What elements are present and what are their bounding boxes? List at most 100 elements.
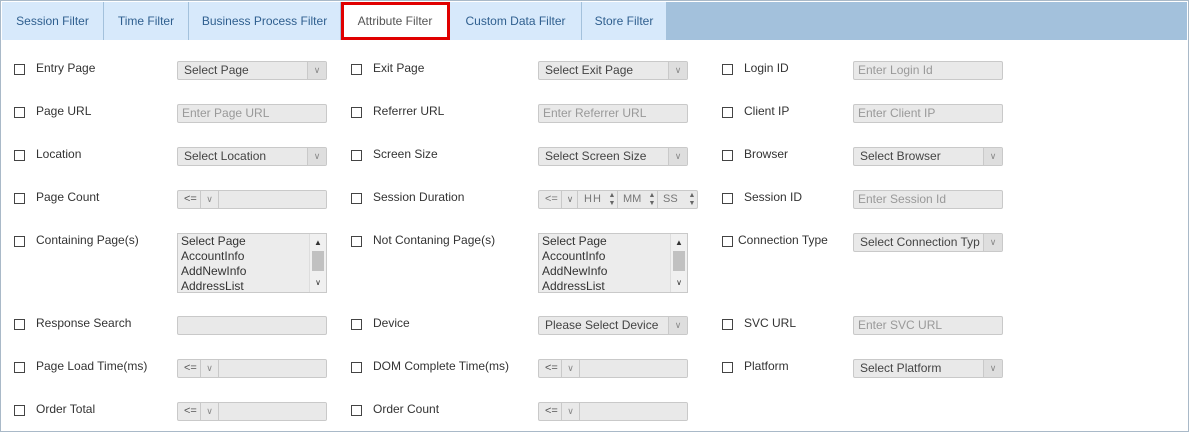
page-url-checkbox[interactable] bbox=[14, 107, 25, 118]
containing-pages-listbox[interactable]: Select Page AccountInfo AddNewInfo Addre… bbox=[177, 233, 327, 293]
dom-complete-time-value-input[interactable] bbox=[580, 360, 687, 377]
entry-page-checkbox[interactable] bbox=[14, 64, 25, 75]
chevron-down-icon: ∨ bbox=[983, 234, 1002, 251]
tab-time-filter[interactable]: Time Filter bbox=[104, 2, 189, 40]
spinner-up-icon[interactable]: ▲ bbox=[607, 192, 617, 200]
connection-type-select[interactable]: Select Connection Typ ∨ bbox=[853, 233, 1003, 252]
page-load-time-value-input[interactable] bbox=[219, 360, 326, 377]
page-count-value-input[interactable] bbox=[219, 191, 326, 208]
chevron-down-icon: ∨ bbox=[561, 403, 579, 420]
referrer-url-checkbox[interactable] bbox=[351, 107, 362, 118]
browser-checkbox[interactable] bbox=[722, 150, 733, 161]
browser-select[interactable]: Select Browser ∨ bbox=[853, 147, 1003, 166]
order-total-value-input[interactable] bbox=[219, 403, 326, 420]
hours-spinner[interactable]: HH ▲ ▼ bbox=[579, 191, 618, 208]
order-count-checkbox[interactable] bbox=[351, 405, 362, 416]
spinner-down-icon[interactable]: ▼ bbox=[607, 200, 617, 208]
client-ip-checkbox[interactable] bbox=[722, 107, 733, 118]
order-count-operator-select[interactable]: <= ∨ bbox=[539, 403, 580, 420]
scrollbar[interactable]: ▲ ∨ bbox=[670, 234, 687, 292]
scrollbar[interactable]: ▲ ∨ bbox=[309, 234, 326, 292]
tab-business-process-filter[interactable]: Business Process Filter bbox=[189, 2, 341, 40]
dom-complete-time-label: DOM Complete Time(ms) bbox=[373, 359, 510, 373]
spinner-down-icon[interactable]: ▼ bbox=[647, 200, 657, 208]
scroll-down-icon[interactable]: ∨ bbox=[671, 276, 687, 290]
chevron-down-icon: ∨ bbox=[561, 360, 579, 377]
screen-size-checkbox[interactable] bbox=[351, 150, 362, 161]
not-containing-pages-listbox[interactable]: Select Page AccountInfo AddNewInfo Addre… bbox=[538, 233, 688, 293]
not-containing-pages-checkbox[interactable] bbox=[351, 236, 362, 247]
location-select-value: Select Location bbox=[184, 149, 267, 163]
response-search-input[interactable] bbox=[177, 316, 327, 335]
list-item[interactable]: AccountInfo bbox=[539, 249, 687, 264]
login-id-input[interactable]: Enter Login Id bbox=[853, 61, 1003, 80]
dom-complete-time-operator-group: <= ∨ bbox=[538, 359, 688, 378]
page-count-operator-select[interactable]: <= ∨ bbox=[178, 191, 219, 208]
scroll-up-icon[interactable]: ▲ bbox=[310, 236, 326, 250]
location-select[interactable]: Select Location ∨ bbox=[177, 147, 327, 166]
page-load-time-checkbox[interactable] bbox=[14, 362, 25, 373]
scroll-thumb[interactable] bbox=[673, 251, 685, 271]
session-id-input[interactable]: Enter Session Id bbox=[853, 190, 1003, 209]
containing-pages-checkbox[interactable] bbox=[14, 236, 25, 247]
page-count-operator-group: <= ∨ bbox=[177, 190, 327, 209]
spinner-up-icon[interactable]: ▲ bbox=[647, 192, 657, 200]
platform-checkbox[interactable] bbox=[722, 362, 733, 373]
device-checkbox[interactable] bbox=[351, 319, 362, 330]
order-total-checkbox[interactable] bbox=[14, 405, 25, 416]
location-checkbox[interactable] bbox=[14, 150, 25, 161]
entry-page-select[interactable]: Select Page ∨ bbox=[177, 61, 327, 80]
session-duration-label: Session Duration bbox=[373, 190, 465, 204]
minutes-placeholder: MM bbox=[623, 193, 642, 205]
dom-complete-time-checkbox[interactable] bbox=[351, 362, 362, 373]
seconds-spinner[interactable]: SS ▲ ▼ bbox=[659, 191, 697, 208]
svc-url-input[interactable]: Enter SVC URL bbox=[853, 316, 1003, 335]
tab-session-filter[interactable]: Session Filter bbox=[2, 2, 104, 40]
chevron-down-icon: ∨ bbox=[668, 148, 687, 165]
login-id-checkbox[interactable] bbox=[722, 64, 733, 75]
exit-page-checkbox[interactable] bbox=[351, 64, 362, 75]
session-duration-group: <= ∨ HH ▲ ▼ MM ▲ ▼ SS ▲ ▼ bbox=[538, 190, 698, 209]
chevron-down-icon: ∨ bbox=[668, 317, 687, 334]
list-item[interactable]: AccountInfo bbox=[178, 249, 326, 264]
dom-complete-time-operator-select[interactable]: <= ∨ bbox=[539, 360, 580, 377]
order-count-label: Order Count bbox=[373, 402, 440, 416]
tab-attribute-filter[interactable]: Attribute Filter bbox=[341, 2, 450, 40]
list-item[interactable]: Select Page bbox=[539, 234, 687, 249]
chevron-down-icon: ∨ bbox=[200, 403, 218, 420]
list-item[interactable]: AddNewInfo bbox=[539, 264, 687, 279]
scroll-thumb[interactable] bbox=[312, 251, 324, 271]
session-id-checkbox[interactable] bbox=[722, 193, 733, 204]
page-load-time-operator-select[interactable]: <= ∨ bbox=[178, 360, 219, 377]
session-duration-checkbox[interactable] bbox=[351, 193, 362, 204]
session-duration-operator-select[interactable]: <= ∨ bbox=[539, 191, 578, 208]
client-ip-input[interactable]: Enter Client IP bbox=[853, 104, 1003, 123]
order-total-operator-select[interactable]: <= ∨ bbox=[178, 403, 219, 420]
exit-page-select[interactable]: Select Exit Page ∨ bbox=[538, 61, 688, 80]
list-item[interactable]: AddNewInfo bbox=[178, 264, 326, 279]
list-item[interactable]: Select Page bbox=[178, 234, 326, 249]
page-count-checkbox[interactable] bbox=[14, 193, 25, 204]
spinner-down-icon[interactable]: ▼ bbox=[687, 200, 697, 208]
screen-size-select[interactable]: Select Screen Size ∨ bbox=[538, 147, 688, 166]
list-item[interactable]: AddressList bbox=[539, 279, 687, 292]
order-count-value-input[interactable] bbox=[580, 403, 687, 420]
order-total-operator-group: <= ∨ bbox=[177, 402, 327, 421]
device-select[interactable]: Please Select Device ∨ bbox=[538, 316, 688, 335]
scroll-down-icon[interactable]: ∨ bbox=[310, 276, 326, 290]
platform-select[interactable]: Select Platform ∨ bbox=[853, 359, 1003, 378]
connection-type-checkbox[interactable] bbox=[722, 236, 733, 247]
response-search-checkbox[interactable] bbox=[14, 319, 25, 330]
tab-custom-data-filter[interactable]: Custom Data Filter bbox=[450, 2, 582, 40]
scroll-up-icon[interactable]: ▲ bbox=[671, 236, 687, 250]
login-id-label: Login ID bbox=[744, 61, 789, 75]
tab-store-filter[interactable]: Store Filter bbox=[582, 2, 667, 40]
spinner-up-icon[interactable]: ▲ bbox=[687, 192, 697, 200]
list-item[interactable]: AddressList bbox=[178, 279, 326, 292]
svc-url-checkbox[interactable] bbox=[722, 319, 733, 330]
page-url-input[interactable]: Enter Page URL bbox=[177, 104, 327, 123]
browser-label: Browser bbox=[744, 147, 789, 161]
referrer-url-input[interactable]: Enter Referrer URL bbox=[538, 104, 688, 123]
minutes-spinner[interactable]: MM ▲ ▼ bbox=[619, 191, 658, 208]
screen-size-label: Screen Size bbox=[373, 147, 438, 161]
